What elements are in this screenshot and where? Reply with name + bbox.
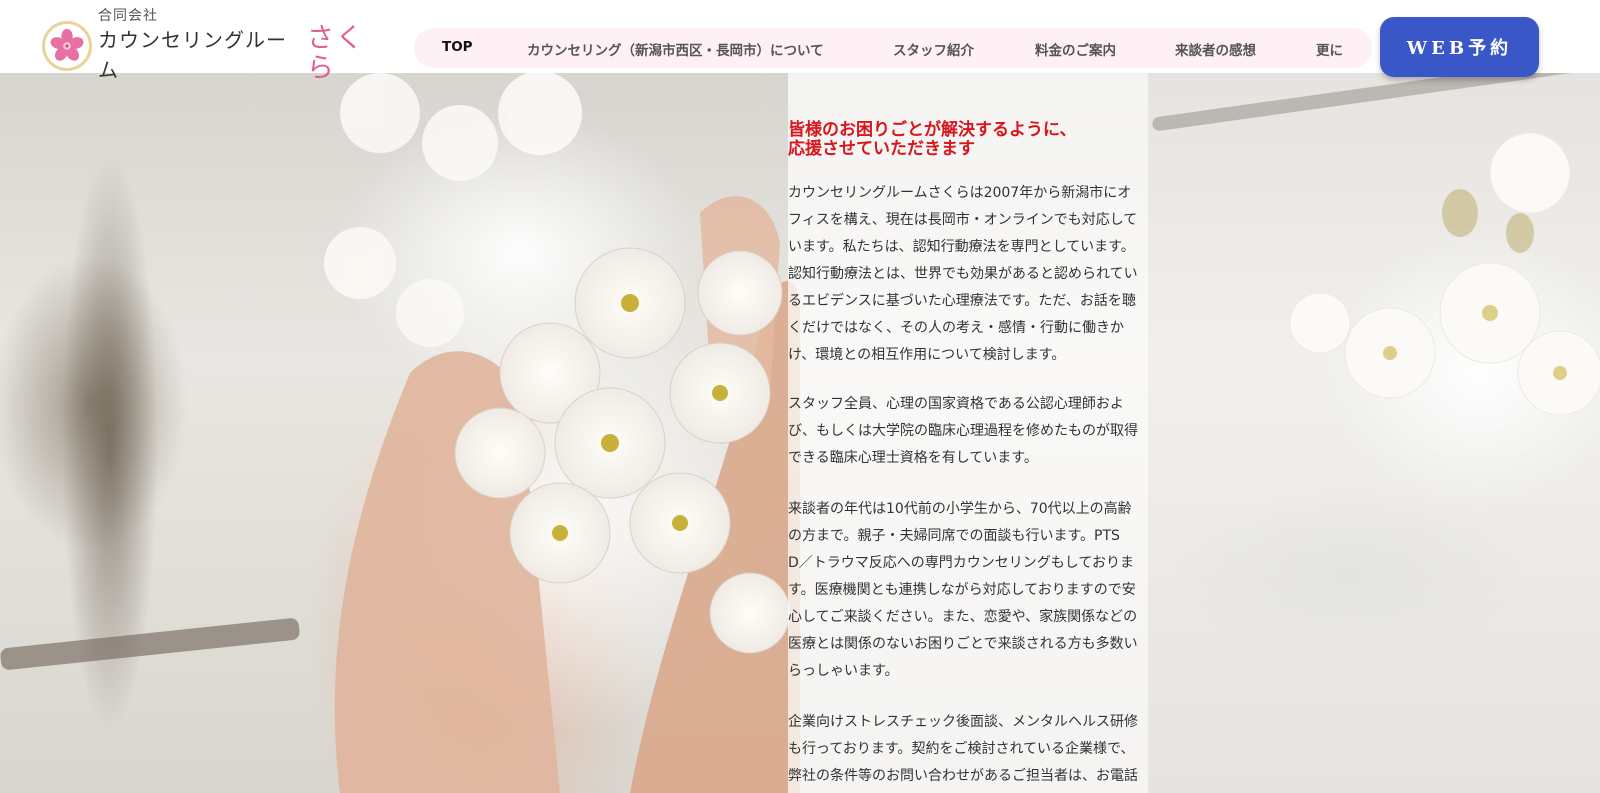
intro-paragraph: カウンセリングルームさくらは2007年から新潟市にオ フィスを構え、現在は長岡市… xyxy=(788,180,1146,369)
paragraph-line: らっしゃいます。 xyxy=(788,663,899,679)
corporate-paragraph: 企業向けストレスチェック後面談、メンタルヘルス研修 も行っております。契約をご検… xyxy=(788,709,1146,790)
paragraph-line: の方まで。親子・夫婦同席での面談も行います。PTS xyxy=(788,528,1120,544)
clients-paragraph: 来談者の年代は10代前の小学生から、70代以上の高齢 の方まで。親子・夫婦同席で… xyxy=(788,496,1146,685)
logo-subtitle: 合同会社 xyxy=(98,7,158,24)
logo-name: カウンセリングルーム xyxy=(98,27,287,82)
main-nav: TOP カウンセリング（新潟市西区・長岡市）について スタッフ紹介 料金のご案内… xyxy=(414,28,1372,68)
paragraph-line: 心してご来談ください。また、恋愛や、家族関係などの xyxy=(788,609,1138,625)
paragraph-line: くだけではなく、その人の考え・感情・行動に働きか xyxy=(788,320,1124,336)
paragraph-line: 企業向けストレスチェック後面談、メンタルヘルス研修 xyxy=(788,714,1138,730)
hero-headline: 皆様のお困りごとが解決するように、 応援させていただきます xyxy=(788,121,1188,159)
nav-item-counseling[interactable]: カウンセリング（新潟市西区・長岡市）について xyxy=(527,39,824,59)
logo-sakura: さくら xyxy=(306,22,365,84)
cherry-blossom-hands-image xyxy=(324,73,800,793)
nav-item-more[interactable]: 更に xyxy=(1316,39,1343,59)
staff-paragraph: スタッフ全員、心理の国家資格である公認心理師およ び、もしくは大学院の臨床心理過… xyxy=(788,391,1146,472)
paragraph-line: るエビデンスに基づいた心理療法です。ただ、お話を聴 xyxy=(788,293,1136,309)
paragraph-line: フィスを構え、現在は長岡市・オンラインでも対応して xyxy=(788,212,1138,228)
paragraph-line: います。私たちは、認知行動療法を専門としています。 xyxy=(788,239,1135,255)
paragraph-line: び、もしくは大学院の臨床心理過程を修めたものが取得 xyxy=(788,423,1138,439)
sakura-flower-icon xyxy=(42,21,92,71)
nav-item-top[interactable]: TOP xyxy=(442,39,473,55)
nav-item-staff[interactable]: スタッフ紹介 xyxy=(893,39,974,59)
headline-line: 応援させていただきます xyxy=(788,139,975,159)
site-header: 合同会社 カウンセリングルーム さくら TOP カウンセリング（新潟市西区・長岡… xyxy=(0,0,1600,83)
paragraph-line: スタッフ全員、心理の国家資格である公認心理師およ xyxy=(788,396,1124,412)
nav-item-pricing[interactable]: 料金のご案内 xyxy=(1035,39,1116,59)
paragraph-line: け、環境との相互作用について検討します。 xyxy=(788,347,1066,363)
branch-decoration xyxy=(0,617,301,671)
paragraph-line: 弊社の条件等のお問い合わせがあるご担当者は、お電話 xyxy=(788,768,1138,784)
paragraph-line: も行っております。契約をご検討されている企業様で、 xyxy=(788,741,1135,757)
logo-main: カウンセリングルーム さくら xyxy=(98,22,392,85)
paragraph-line: できる臨床心理士資格を有しています。 xyxy=(788,450,1038,466)
headline-line: 皆様のお困りごとが解決するように、 xyxy=(788,120,1077,140)
web-reservation-button[interactable]: WEB予約 xyxy=(1380,17,1539,77)
paragraph-line: す。医療機関とも連携しながら対応しておりますので安 xyxy=(788,582,1136,598)
paragraph-line: 来談者の年代は10代前の小学生から、70代以上の高齢 xyxy=(788,501,1132,517)
logo-text: 合同会社 カウンセリングルーム さくら xyxy=(98,8,392,85)
paragraph-line: D／トラウマ反応への専門カウンセリングもしておりま xyxy=(788,555,1134,571)
image-overlay xyxy=(1148,73,1600,793)
nav-item-reviews[interactable]: 来談者の感想 xyxy=(1175,39,1256,59)
paragraph-line: 医療とは関係のないお困りごとで来談される方も多数い xyxy=(788,636,1138,652)
paragraph-line: カウンセリングルームさくらは2007年から新潟市にオ xyxy=(788,185,1132,201)
paragraph-line: 認知行動療法とは、世界でも効果があると認められてい xyxy=(788,266,1138,282)
hero-section: 皆様のお困りごとが解決するように、 応援させていただきます カウンセリングルーム… xyxy=(0,73,1600,793)
site-logo[interactable]: 合同会社 カウンセリングルーム さくら xyxy=(42,8,392,83)
